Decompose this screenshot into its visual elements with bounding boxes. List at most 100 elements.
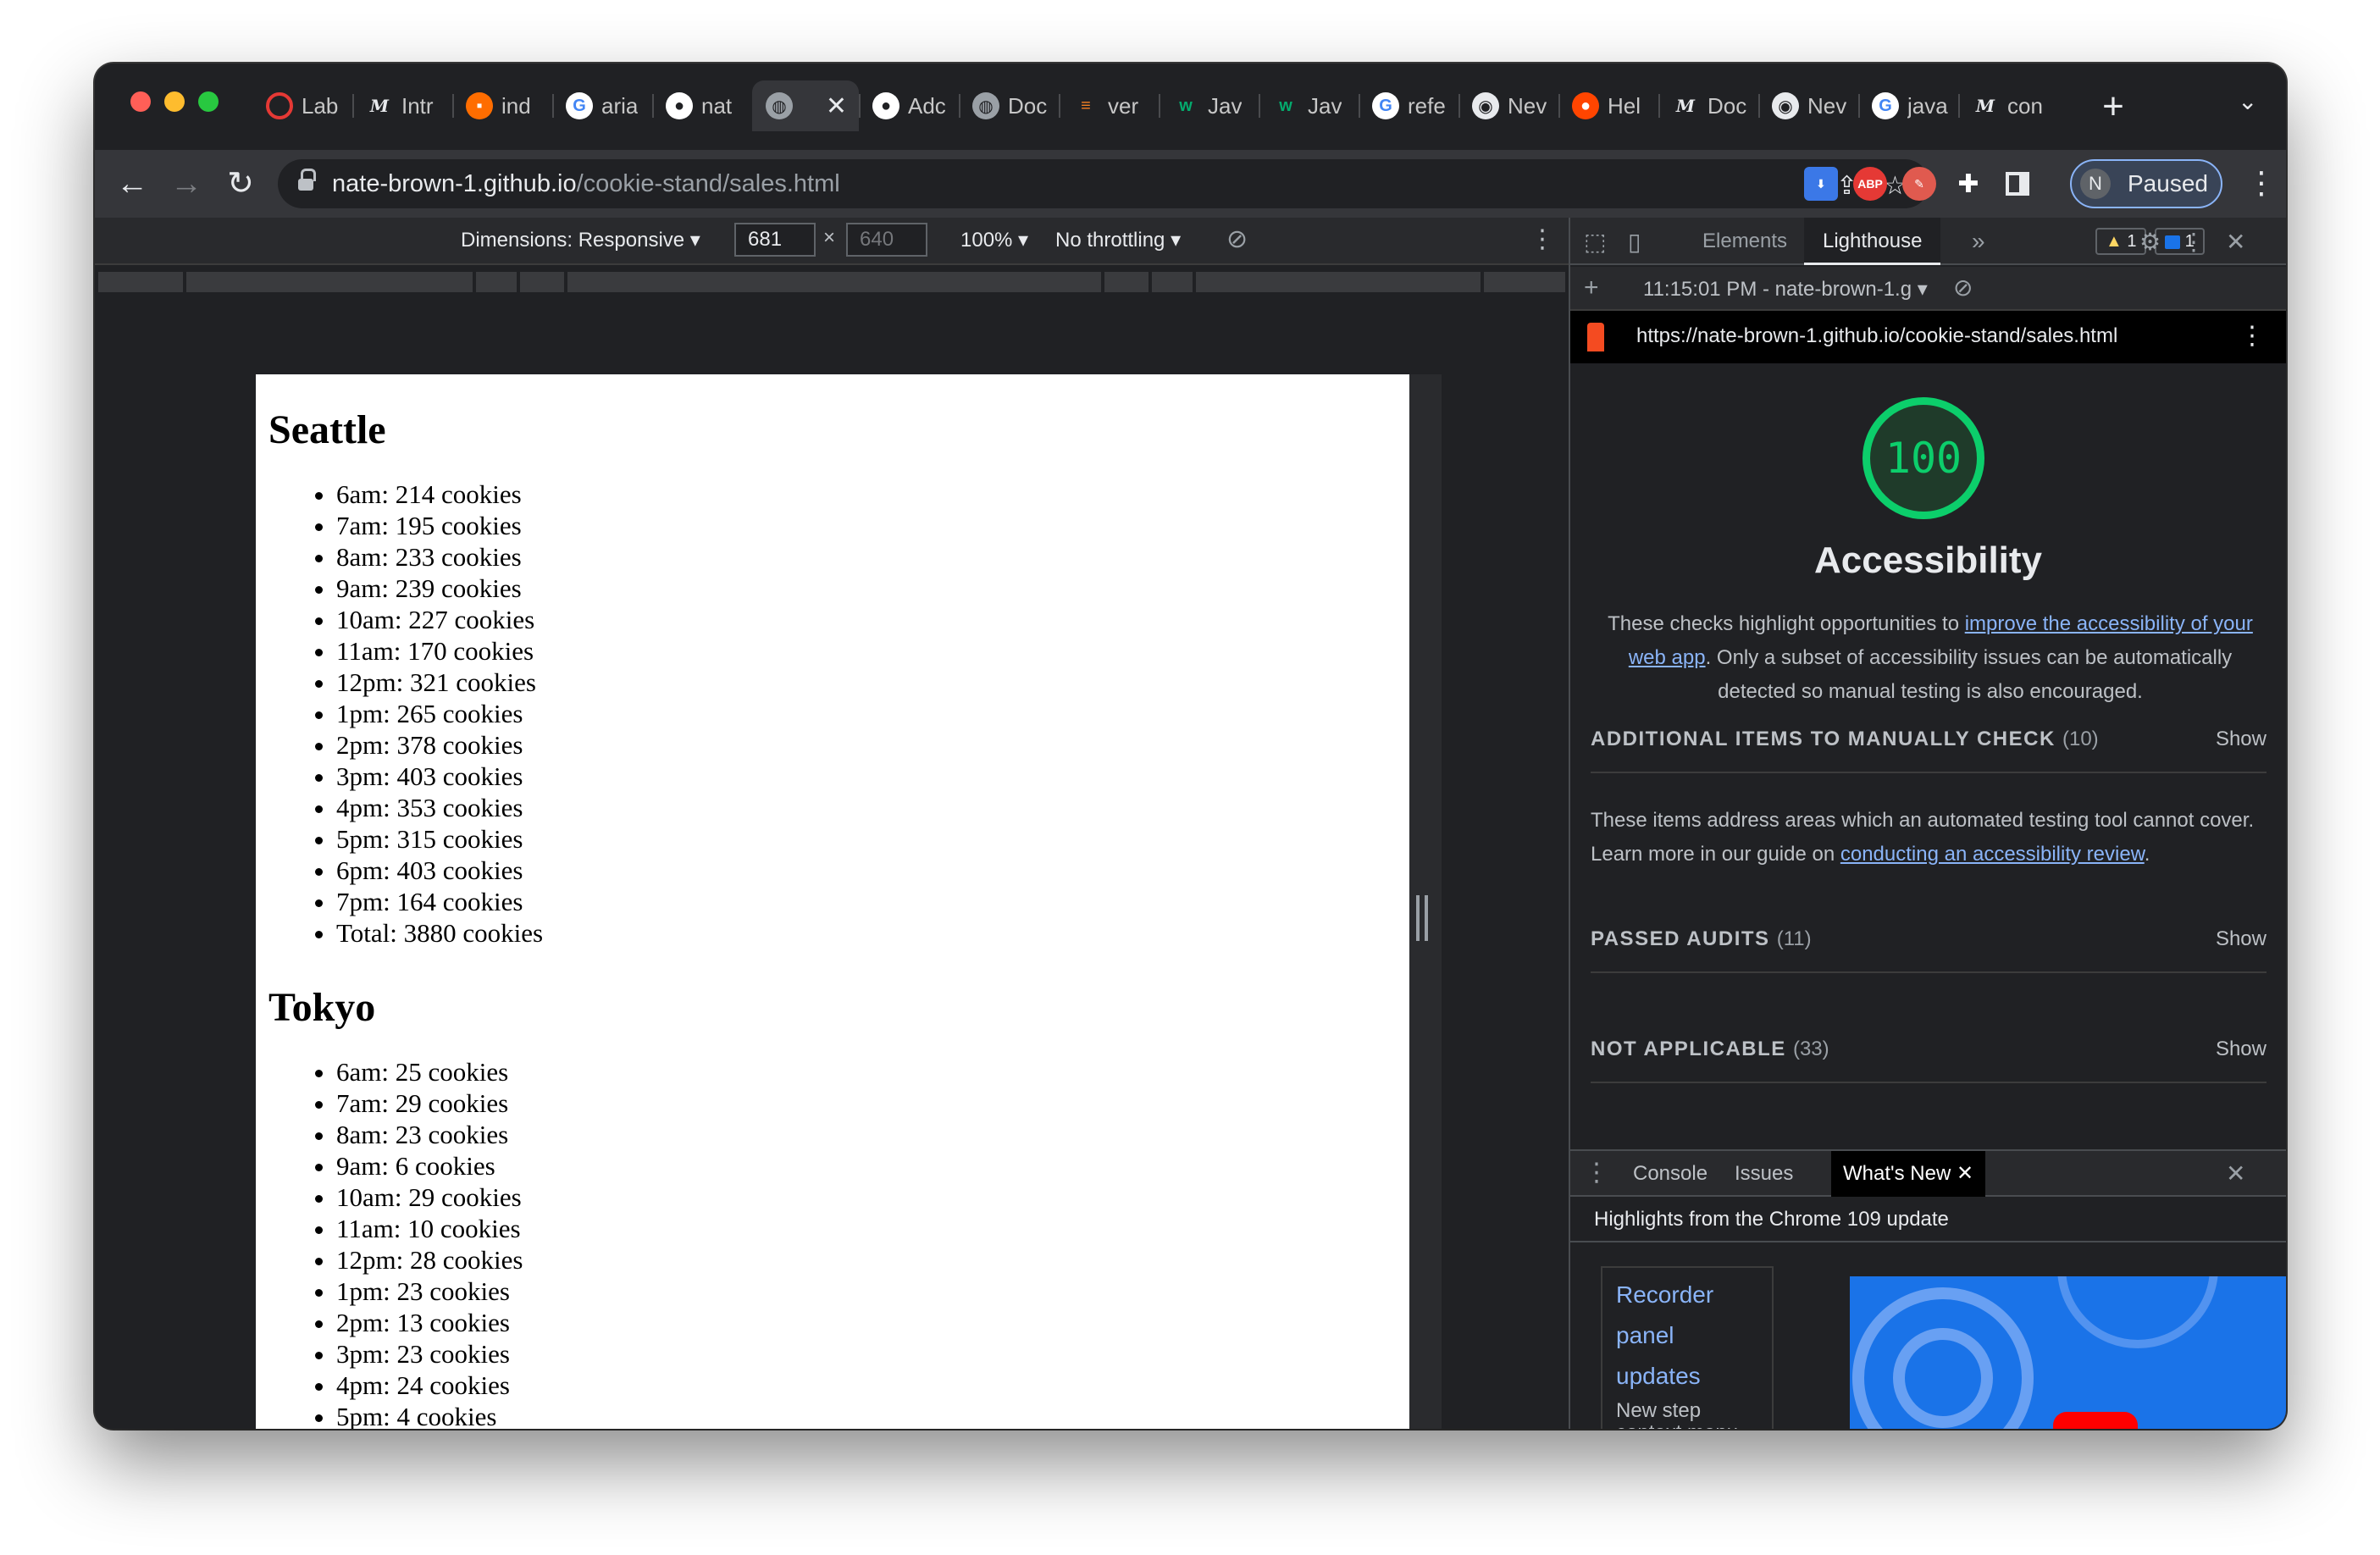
settings-gear-icon[interactable]: ⚙ <box>2139 228 2161 256</box>
browser-tab[interactable]: Gjava <box>1858 80 1958 131</box>
profile-button[interactable]: N Paused <box>2070 159 2222 208</box>
youtube-play-icon[interactable] <box>2053 1412 2138 1429</box>
report-url[interactable]: https://nate-brown-1.github.io/cookie-st… <box>1636 324 2117 348</box>
inspect-element-icon[interactable]: ⬚ <box>1584 228 1606 256</box>
extensions-puzzle-icon[interactable]: ✚ <box>1951 167 1985 201</box>
accessibility-review-link[interactable]: conducting an accessibility review <box>1840 843 2145 866</box>
lock-icon[interactable] <box>298 169 316 192</box>
section-passed-audits[interactable]: Passed audits (11) Show <box>1591 900 2267 973</box>
browser-tab[interactable]: ◍ Doc <box>959 80 1059 131</box>
close-devtools-icon[interactable]: ✕ <box>2226 228 2245 256</box>
tab-search-chevron-icon[interactable]: ⌄ <box>2238 87 2257 115</box>
tab-elements[interactable]: Elements <box>1684 218 1806 265</box>
browser-tab[interactable]: ◉ Nev <box>1758 80 1858 131</box>
section-manual-check[interactable]: Additional items to manually check (10) … <box>1591 700 2267 773</box>
media-query-segment[interactable] <box>186 272 473 292</box>
show-toggle[interactable]: Show <box>2216 728 2267 751</box>
report-selector[interactable]: 11:15:01 PM - nate-brown-1.g ▾ <box>1643 277 1928 302</box>
browser-tab[interactable]: Grefe <box>1359 80 1458 131</box>
download-extension-icon[interactable]: ⬇ <box>1804 167 1838 201</box>
dimensions-dropdown[interactable]: Dimensions: Responsive ▾ <box>461 228 700 252</box>
devtools-menu-icon[interactable]: ⋮ <box>2182 228 2206 256</box>
recorder-link-line-3[interactable]: updates <box>1616 1356 1758 1397</box>
browser-tab[interactable]: ◉ Nev <box>1458 80 1558 131</box>
drawer-tabbar: ⋮ Console Issues What's New ✕ ✕ <box>1570 1149 2286 1197</box>
side-panel-icon[interactable] <box>2001 167 2034 201</box>
extension-red-icon[interactable]: ✎ <box>1902 167 1936 201</box>
lighthouse-report: 100 Accessibility These checks highlight… <box>1570 363 2286 1096</box>
browser-tab[interactable]: w Jav <box>1159 80 1259 131</box>
list-item: 5pm: 4 cookies <box>336 1401 1409 1429</box>
video-thumbnail[interactable]: new <box>1850 1276 2286 1429</box>
width-input[interactable]: 681 <box>734 223 816 257</box>
show-toggle[interactable]: Show <box>2216 1038 2267 1061</box>
device-toggle-icon[interactable]: ▯ <box>1628 228 1641 256</box>
tab-title: aria <box>601 92 639 119</box>
url-path: /cookie-stand/sales.html <box>576 170 840 197</box>
browser-menu-icon[interactable]: ⋮ <box>2246 165 2277 201</box>
device-more-icon[interactable]: ⋮ <box>1530 224 1555 254</box>
browser-tab[interactable]: Lab <box>252 80 352 131</box>
resize-handle-vertical[interactable] <box>1416 895 1428 941</box>
throttling-dropdown[interactable]: No throttling ▾ <box>1055 228 1181 252</box>
browser-tab[interactable]: w Jav <box>1259 80 1359 131</box>
drawer-tab-whats-new[interactable]: What's New ✕ <box>1831 1151 1986 1197</box>
close-drawer-icon[interactable]: ✕ <box>2226 1159 2245 1187</box>
media-query-segment[interactable] <box>98 272 183 292</box>
browser-tab[interactable]: ▪ ind <box>452 80 552 131</box>
section-not-applicable[interactable]: Not applicable (33) Show <box>1591 1010 2267 1083</box>
add-report-icon[interactable]: + <box>1584 274 1599 302</box>
media-query-segment[interactable] <box>1484 272 1565 292</box>
index-icon: ▪ <box>466 92 493 119</box>
whats-new-card[interactable]: Recorder panel updates New step context … <box>1601 1266 1774 1429</box>
category-title: Accessibility <box>1813 540 2043 581</box>
browser-tab[interactable]: ● nat <box>652 80 752 131</box>
recorder-link-line-1[interactable]: Recorder <box>1616 1275 1758 1315</box>
media-query-segment[interactable] <box>476 272 517 292</box>
browser-tab[interactable]: ● Hel <box>1558 80 1658 131</box>
back-arrow-icon[interactable]: ← <box>112 163 152 204</box>
browser-tab[interactable]: ≡ ver <box>1059 80 1159 131</box>
web-page: Seattle6am: 214 cookies7am: 195 cookies8… <box>256 374 1409 1429</box>
more-tabs-icon[interactable]: » <box>1972 228 1985 255</box>
clear-reports-icon[interactable]: ⊘ <box>1953 274 1973 302</box>
minimize-window-button[interactable] <box>164 91 185 112</box>
close-tab-icon[interactable]: ✕ <box>826 91 847 121</box>
list-item: 6am: 214 cookies <box>336 479 1409 510</box>
close-window-button[interactable] <box>130 91 151 112</box>
show-toggle[interactable]: Show <box>2216 927 2267 951</box>
recorder-link-line-2[interactable]: panel <box>1616 1315 1758 1356</box>
zoom-window-button[interactable] <box>198 91 219 112</box>
drawer-tab-issues[interactable]: Issues <box>1723 1151 1805 1197</box>
url-text[interactable]: nate-brown-1.github.io/cookie-stand/sale… <box>332 170 840 198</box>
browser-tab[interactable]: ◍ ✕ <box>752 80 859 131</box>
rotate-icon[interactable]: ⊘ <box>1226 224 1248 254</box>
media-query-segment[interactable] <box>1152 272 1193 292</box>
media-query-segment[interactable] <box>1104 272 1148 292</box>
section-count: (33) <box>1792 1038 1829 1060</box>
section-title-text: Passed audits <box>1591 927 1770 950</box>
media-query-segment[interactable] <box>520 272 564 292</box>
adblock-plus-icon[interactable]: ABP <box>1853 167 1887 201</box>
browser-tab[interactable]: M Doc <box>1658 80 1758 131</box>
tab-lighthouse[interactable]: Lighthouse <box>1804 218 1941 265</box>
report-menu-icon[interactable]: ⋮ <box>2239 321 2265 351</box>
zoom-dropdown[interactable]: 100% ▾ <box>960 228 1028 252</box>
browser-tab[interactable]: M Intr <box>352 80 452 131</box>
height-input[interactable]: 640 <box>846 223 927 257</box>
drawer-tab-console[interactable]: Console <box>1621 1151 1719 1197</box>
reload-icon[interactable]: ↻ <box>220 163 261 204</box>
browser-tab[interactable]: Mcon <box>1958 80 2058 131</box>
globe-icon: ◍ <box>972 92 999 119</box>
media-query-segment[interactable] <box>1196 272 1481 292</box>
browser-tab[interactable]: ● Adc <box>859 80 959 131</box>
drawer-menu-icon[interactable]: ⋮ <box>1584 1158 1609 1187</box>
forward-arrow-icon[interactable]: → <box>166 163 207 204</box>
close-tab-icon[interactable]: ✕ <box>1957 1162 1973 1185</box>
address-bar[interactable]: nate-brown-1.github.io/cookie-stand/sale… <box>278 159 1929 208</box>
browser-tab[interactable]: Garia <box>552 80 652 131</box>
media-query-segment[interactable] <box>567 272 1101 292</box>
tab-title: ind <box>501 92 531 119</box>
url-host: nate-brown-1.github.io <box>332 170 577 197</box>
new-tab-button[interactable]: + <box>2092 86 2134 128</box>
